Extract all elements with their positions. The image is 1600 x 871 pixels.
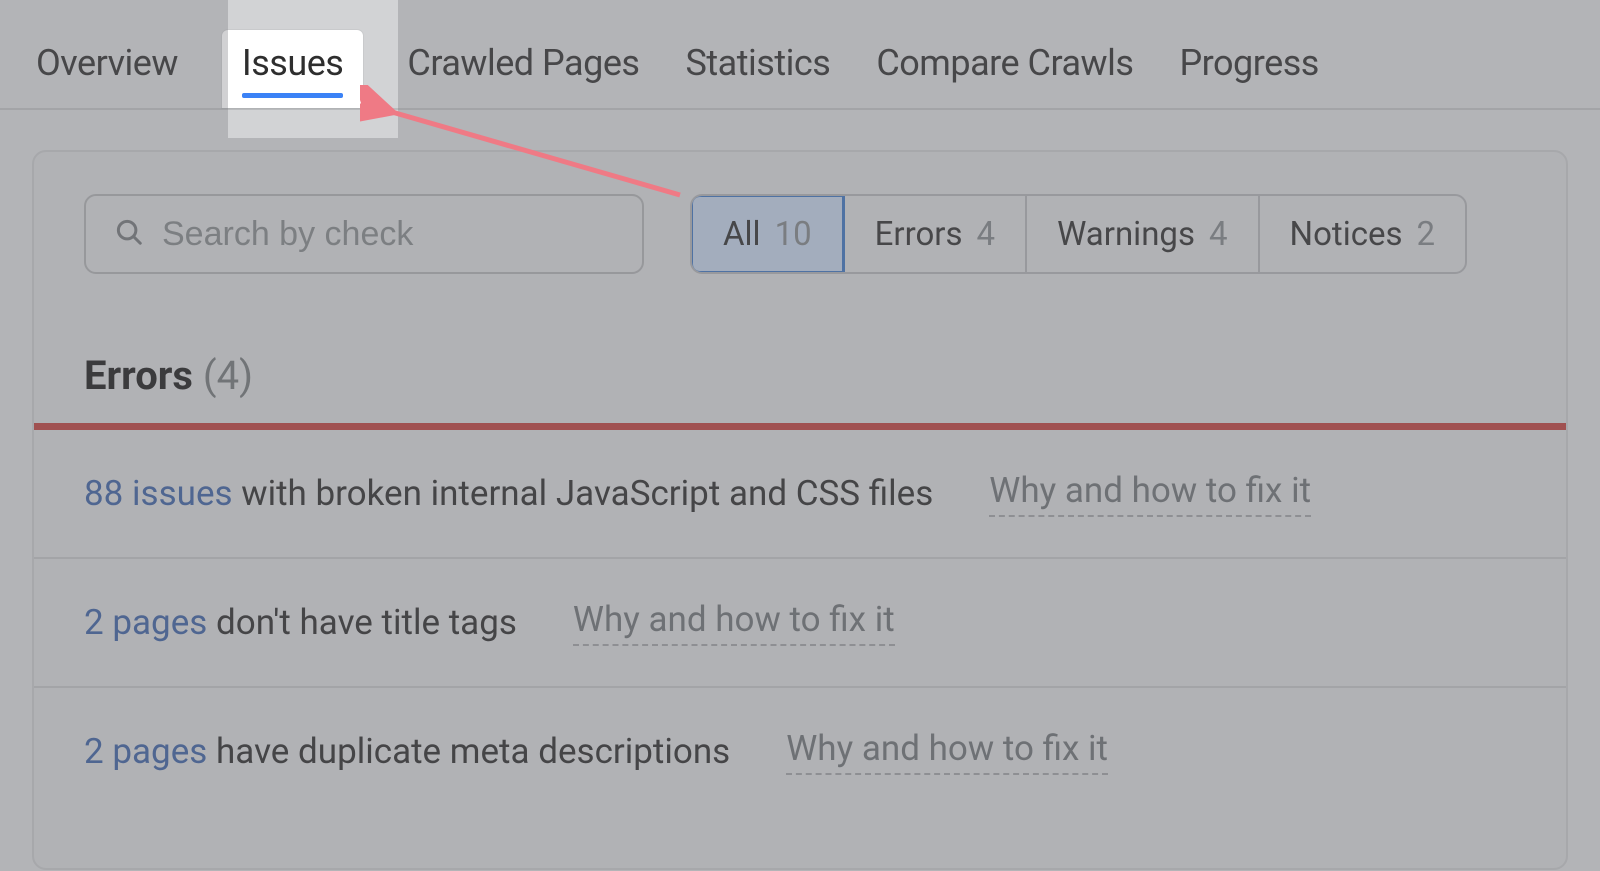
- fix-link[interactable]: Why and how to fix it: [573, 599, 895, 646]
- issue-description: with broken internal JavaScript and CSS …: [233, 473, 934, 514]
- search-icon: [114, 217, 144, 251]
- search-input[interactable]: [162, 215, 614, 254]
- issue-row[interactable]: 88 issues with broken internal JavaScrip…: [34, 430, 1566, 559]
- filter-group: All 10 Errors 4 Warnings 4 Notices 2: [690, 194, 1467, 274]
- issue-row[interactable]: 2 pages have duplicate meta descriptions…: [34, 688, 1566, 815]
- toolbar: All 10 Errors 4 Warnings 4 Notices 2: [34, 152, 1566, 274]
- tab-issues[interactable]: Issues: [222, 30, 363, 108]
- issue-text: 88 issues with broken internal JavaScrip…: [84, 473, 933, 514]
- tab-crawled-pages[interactable]: Crawled Pages: [405, 30, 641, 108]
- issue-row[interactable]: 2 pages don't have title tags Why and ho…: [34, 559, 1566, 688]
- filter-warnings[interactable]: Warnings 4: [1027, 196, 1259, 272]
- issue-description: don't have title tags: [207, 602, 517, 643]
- issue-count-link[interactable]: 2 pages: [84, 602, 207, 643]
- search-box[interactable]: [84, 194, 644, 274]
- issues-panel: All 10 Errors 4 Warnings 4 Notices 2 Err…: [32, 150, 1568, 870]
- issue-text: 2 pages don't have title tags: [84, 602, 517, 643]
- filter-warnings-count: 4: [1209, 215, 1228, 254]
- section-divider-error: [34, 423, 1566, 430]
- filter-notices-label: Notices: [1290, 215, 1403, 254]
- filter-errors-count: 4: [977, 215, 996, 254]
- issue-description: have duplicate meta descriptions: [207, 731, 730, 772]
- filter-notices[interactable]: Notices 2: [1260, 196, 1466, 272]
- filter-notices-count: 2: [1417, 215, 1436, 254]
- filter-all-count: 10: [775, 215, 812, 254]
- tab-compare-crawls[interactable]: Compare Crawls: [874, 30, 1135, 108]
- section-heading-errors: Errors (4): [34, 274, 1566, 423]
- section-heading-count: (4): [203, 352, 253, 399]
- issue-text: 2 pages have duplicate meta descriptions: [84, 731, 730, 772]
- top-tabs: Overview Issues Crawled Pages Statistics…: [0, 0, 1600, 110]
- tab-progress[interactable]: Progress: [1177, 30, 1320, 108]
- filter-all-label: All: [723, 215, 761, 254]
- filter-errors[interactable]: Errors 4: [845, 196, 1027, 272]
- filter-warnings-label: Warnings: [1057, 215, 1195, 254]
- issue-count-link[interactable]: 88 issues: [84, 473, 233, 514]
- filter-errors-label: Errors: [875, 215, 963, 254]
- tab-overview[interactable]: Overview: [34, 30, 180, 108]
- tab-statistics[interactable]: Statistics: [684, 30, 833, 108]
- filter-all[interactable]: All 10: [690, 194, 845, 274]
- issue-count-link[interactable]: 2 pages: [84, 731, 207, 772]
- fix-link[interactable]: Why and how to fix it: [786, 728, 1108, 775]
- section-heading-label: Errors: [84, 352, 193, 399]
- fix-link[interactable]: Why and how to fix it: [989, 470, 1311, 517]
